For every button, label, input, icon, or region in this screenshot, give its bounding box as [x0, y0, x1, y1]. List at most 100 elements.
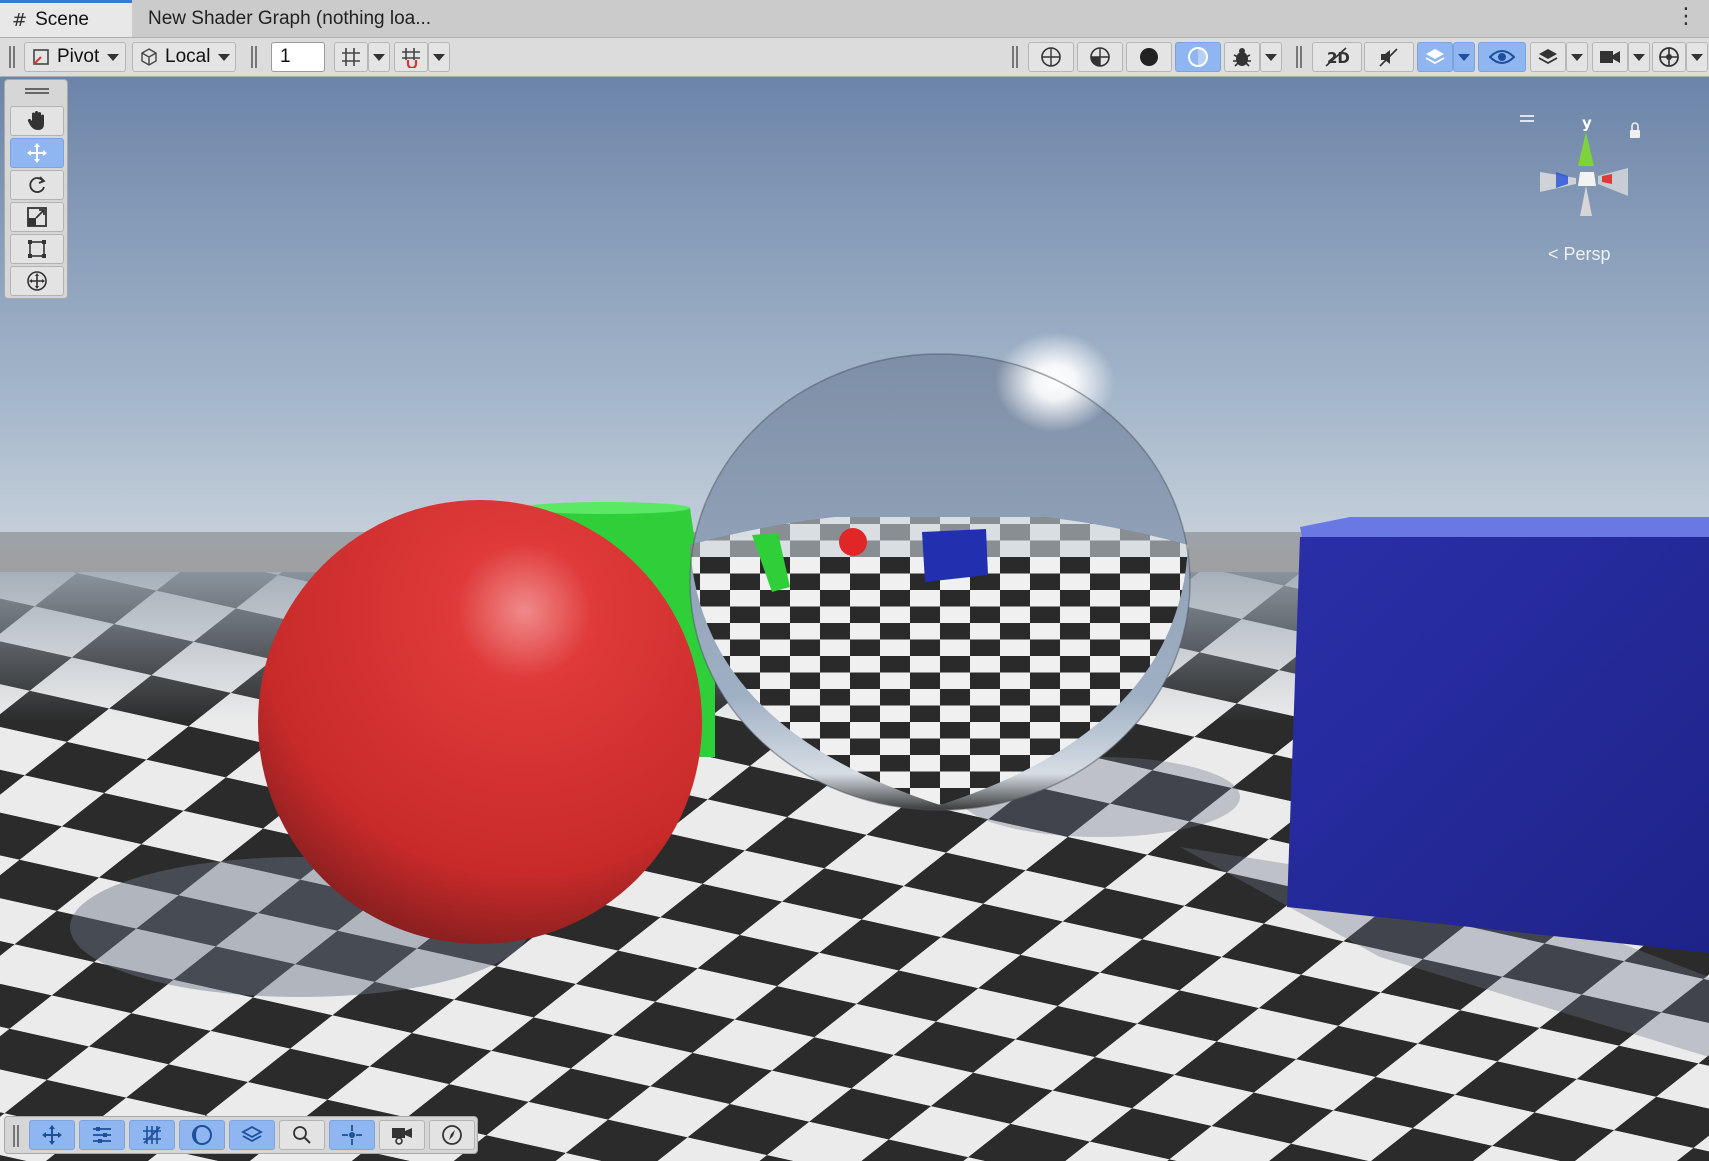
- wireframe-button[interactable]: [1028, 42, 1074, 72]
- magnet-grid-icon: [402, 48, 420, 68]
- grid-snap-button[interactable]: [334, 42, 368, 72]
- transform-icon: [27, 271, 47, 291]
- tab-shader-graph-label: New Shader Graph (nothing loa...: [148, 7, 432, 29]
- grid-snap-icon: [342, 48, 360, 66]
- overlay-move-button[interactable]: [29, 1120, 75, 1150]
- tab-scene[interactable]: # Scene: [0, 0, 132, 37]
- audio-toggle-button[interactable]: [1364, 42, 1414, 72]
- debug-draw-button[interactable]: [1224, 42, 1260, 72]
- overlay-compass-button[interactable]: [429, 1120, 475, 1150]
- move-tool-button[interactable]: [10, 138, 64, 168]
- effects-dropdown[interactable]: [1453, 42, 1475, 72]
- grid-snap-dropdown[interactable]: [368, 42, 390, 72]
- move-icon: [27, 143, 47, 163]
- overlay-sliders-button[interactable]: [79, 1120, 125, 1150]
- toolbar-grip[interactable]: [1012, 46, 1018, 68]
- shaded-wire-icon: [1090, 47, 1110, 67]
- gizmos-button[interactable]: [1652, 42, 1686, 72]
- hand-tool-button[interactable]: [10, 106, 64, 136]
- sliders-icon: [93, 1127, 111, 1143]
- tool-palette: [4, 79, 68, 299]
- overlay-pivot-button[interactable]: [329, 1120, 375, 1150]
- eye-icon: [1489, 50, 1515, 64]
- pivot-label: Pivot: [57, 46, 100, 67]
- camera-settings-dropdown[interactable]: [1628, 42, 1650, 72]
- toolbar-grip[interactable]: [1296, 46, 1302, 68]
- scene-render: [0, 77, 1709, 1161]
- shading-icon: [192, 1125, 212, 1145]
- camera-settings-button[interactable]: [1592, 42, 1628, 72]
- overlay-camera-button[interactable]: [379, 1120, 425, 1150]
- 2d-icon: 2D: [1325, 47, 1350, 67]
- hand-icon: [27, 111, 44, 130]
- layers-icon: [241, 1125, 263, 1143]
- chevron-down-icon: [1633, 53, 1645, 61]
- overlay-layers-button[interactable]: [229, 1120, 275, 1150]
- rect-tool-button[interactable]: [10, 234, 64, 264]
- transform-tool-button[interactable]: [10, 266, 64, 296]
- blue-cube: [1287, 517, 1709, 953]
- hash-icon: #: [12, 9, 28, 31]
- chevron-down-icon: [1458, 53, 1470, 61]
- tab-bar: # Scene New Shader Graph (nothing loa...…: [0, 0, 1709, 38]
- red-sphere: [258, 500, 702, 944]
- gizmos-dropdown[interactable]: [1686, 42, 1708, 72]
- overlay-grip[interactable]: [13, 1125, 19, 1147]
- layers-dropdown[interactable]: [1566, 42, 1588, 72]
- scene-toolbar: Pivot Local 1 2D: [0, 38, 1709, 77]
- pivot-icon: [342, 1125, 362, 1145]
- lit-button[interactable]: [1175, 42, 1221, 72]
- bug-icon: [1233, 48, 1251, 67]
- audio-off-icon: [1379, 48, 1398, 67]
- cube-icon: [141, 48, 157, 66]
- projection-toggle[interactable]: < Persp: [1548, 244, 1611, 265]
- gizmo-icon: [1659, 47, 1679, 67]
- layers-icon: [1538, 49, 1558, 65]
- rect-icon: [28, 240, 46, 258]
- increment-snap-dropdown[interactable]: [428, 42, 450, 72]
- increment-snap-button[interactable]: [394, 42, 428, 72]
- tab-shader-graph[interactable]: New Shader Graph (nothing loa...: [132, 0, 468, 37]
- chevron-down-icon: [218, 53, 231, 61]
- chevron-down-icon: [1571, 53, 1583, 61]
- chevron-down-icon: [433, 53, 445, 61]
- debug-draw-dropdown[interactable]: [1260, 42, 1282, 72]
- 2d-toggle-button[interactable]: 2D: [1312, 42, 1362, 72]
- chevron-down-icon: [1265, 53, 1277, 61]
- palette-drag-handle[interactable]: [25, 88, 49, 94]
- camera-icon: [392, 1128, 412, 1145]
- rotate-icon: [29, 176, 46, 193]
- rotate-tool-button[interactable]: [10, 170, 64, 200]
- increment-snap-input[interactable]: 1: [271, 42, 325, 72]
- scale-tool-button[interactable]: [10, 202, 64, 232]
- scene-window: # Scene New Shader Graph (nothing loa...…: [0, 0, 1709, 1161]
- space-label: Local: [165, 46, 211, 67]
- space-dropdown[interactable]: Local: [132, 42, 236, 72]
- projection-label: Persp: [1563, 244, 1611, 264]
- toolbar-grip[interactable]: [251, 46, 257, 68]
- wireframe-sphere-icon: [1041, 47, 1061, 67]
- more-options-icon[interactable]: ⋮: [1675, 4, 1697, 29]
- overlay-shading-button[interactable]: [179, 1120, 225, 1150]
- scale-icon: [27, 207, 47, 227]
- pivot-dropdown[interactable]: Pivot: [24, 42, 126, 72]
- chevron-down-icon: [107, 53, 120, 61]
- gizmo-y-label: y: [1582, 114, 1592, 132]
- toolbar-grip-left[interactable]: [9, 46, 15, 68]
- chevron-down-icon: [373, 53, 385, 61]
- compass-icon: [442, 1125, 462, 1145]
- effects-toggle-button[interactable]: [1417, 42, 1453, 72]
- scene-viewport[interactable]: [0, 77, 1709, 1161]
- shaded-button[interactable]: [1126, 42, 1172, 72]
- overlay-grid-button[interactable]: [129, 1120, 175, 1150]
- grid-icon: [143, 1126, 161, 1144]
- svg-text:2D: 2D: [1327, 49, 1350, 67]
- shaded-wireframe-button[interactable]: [1077, 42, 1123, 72]
- solid-sphere-icon: [1140, 48, 1158, 66]
- layers-button[interactable]: [1530, 42, 1566, 72]
- scene-visibility-button[interactable]: [1478, 42, 1526, 72]
- back-arrow-icon: <: [1548, 244, 1564, 264]
- overlay-search-button[interactable]: [279, 1120, 325, 1150]
- pivot-icon: [33, 49, 49, 65]
- move-icon: [42, 1125, 62, 1145]
